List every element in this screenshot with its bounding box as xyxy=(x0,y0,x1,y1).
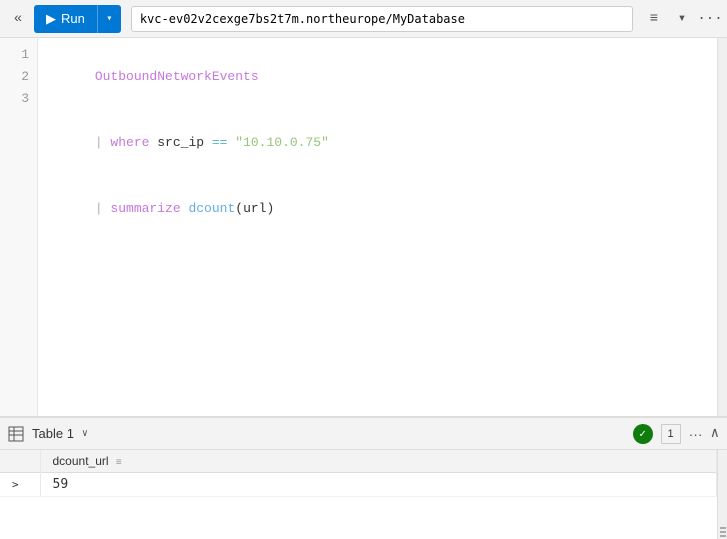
filter-icon: ≡ xyxy=(650,11,658,27)
handle-line-3 xyxy=(720,535,726,537)
token-src-ip: src_ip xyxy=(149,135,211,150)
dropdown-arrow-icon: ▾ xyxy=(106,13,112,25)
run-button-group: ▶ Run ▾ xyxy=(34,5,121,33)
token-summarize: summarize xyxy=(110,201,180,216)
page-number-text: 1 xyxy=(668,428,674,440)
handle-line-2 xyxy=(720,531,726,533)
results-controls: ✓ 1 ··· ∧ xyxy=(633,424,719,444)
collapse-panel-button[interactable]: « xyxy=(6,7,30,31)
toolbar: « ▶ Run ▾ kvc-ev02v2cexge7bs2t7m.northeu… xyxy=(0,0,727,38)
token-dcount: dcount xyxy=(188,201,235,216)
run-button[interactable]: ▶ Run xyxy=(34,5,97,33)
code-line-3: | summarize dcount(url) xyxy=(48,176,707,242)
filter-button[interactable]: ≡ xyxy=(643,8,665,30)
results-panel: Table 1 ∨ ✓ 1 ··· ∧ xyxy=(0,417,727,539)
results-toolbar: Table 1 ∨ ✓ 1 ··· ∧ xyxy=(0,418,727,450)
run-label: Run xyxy=(61,11,85,26)
results-more-button[interactable]: ··· xyxy=(689,426,703,442)
data-table-container: dcount_url ≡ > 59 xyxy=(0,450,717,539)
line-number-2: 2 xyxy=(21,66,29,88)
check-icon: ✓ xyxy=(639,427,646,441)
row-expand-button[interactable]: > xyxy=(0,473,40,497)
editor-scrollbar[interactable] xyxy=(717,38,727,416)
run-icon: ▶ xyxy=(46,11,56,27)
connection-text: kvc-ev02v2cexge7bs2t7m.northeurope/MyDat… xyxy=(140,12,465,26)
code-line-1: OutboundNetworkEvents xyxy=(48,44,707,110)
token-pipe-1: | xyxy=(95,135,111,150)
toolbar-actions: ≡ ▾ ··· xyxy=(643,8,721,30)
page-number-badge: 1 xyxy=(661,424,681,444)
resize-handle[interactable] xyxy=(720,527,726,537)
column-name-text: dcount_url xyxy=(53,454,109,468)
results-collapse-button[interactable]: ∧ xyxy=(711,425,719,442)
column-menu-icon[interactable]: ≡ xyxy=(116,457,122,468)
more-results-icon: ··· xyxy=(689,426,703,442)
table-grid-icon xyxy=(8,426,24,442)
token-dcount-arg: (url) xyxy=(235,201,274,216)
token-eq: == xyxy=(212,135,228,150)
right-edge-bar xyxy=(717,450,727,539)
token-ip-value: "10.10.0.75" xyxy=(227,135,328,150)
column-header-dcount-url: dcount_url ≡ xyxy=(40,450,717,473)
more-options-button[interactable]: ··· xyxy=(699,8,721,30)
cell-dcount-url: 59 xyxy=(40,473,717,497)
token-table-name: OutboundNetworkEvents xyxy=(95,69,259,84)
status-success-badge: ✓ xyxy=(633,424,653,444)
table-tab-label: Table 1 xyxy=(32,426,74,441)
caret-button[interactable]: ▾ xyxy=(671,8,693,30)
connection-display: kvc-ev02v2cexge7bs2t7m.northeurope/MyDat… xyxy=(131,6,633,32)
handle-line-1 xyxy=(720,527,726,529)
editor-area: 1 2 3 OutboundNetworkEvents | where src_… xyxy=(0,38,727,417)
line-number-1: 1 xyxy=(21,44,29,66)
caret-down-icon: ▾ xyxy=(678,10,686,27)
more-icon: ··· xyxy=(697,11,722,27)
run-dropdown-button[interactable]: ▾ xyxy=(97,5,121,33)
collapse-icon: « xyxy=(14,11,22,27)
code-editor[interactable]: OutboundNetworkEvents | where src_ip == … xyxy=(38,38,717,416)
results-table: dcount_url ≡ > 59 xyxy=(0,450,717,497)
table-row: > 59 xyxy=(0,473,717,497)
token-pipe-2: | xyxy=(95,201,111,216)
token-where: where xyxy=(110,135,149,150)
code-line-2: | where src_ip == "10.10.0.75" xyxy=(48,110,707,176)
table-dropdown-button[interactable]: ∨ xyxy=(82,428,88,440)
collapse-results-icon: ∧ xyxy=(711,426,719,442)
line-numbers: 1 2 3 xyxy=(0,38,38,416)
line-number-3: 3 xyxy=(21,88,29,110)
